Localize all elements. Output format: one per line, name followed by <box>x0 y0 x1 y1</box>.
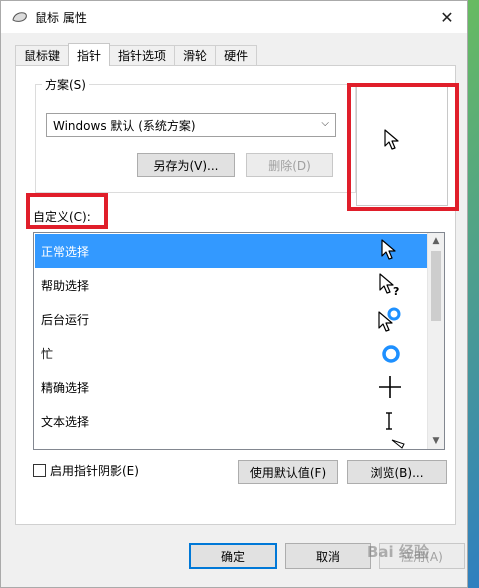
list-item[interactable]: 精确选择 <box>35 370 428 404</box>
scheme-group-label: 方案(S) <box>42 76 89 93</box>
cancel-button[interactable]: 取消 <box>285 543 371 569</box>
handwriting-cursor-icon <box>391 439 405 449</box>
list-item[interactable]: 忙 <box>35 336 428 370</box>
scheme-group: 方案(S) Windows 默认 (系统方案) ⌵ 另存为(V)... 删除(D… <box>35 76 356 193</box>
chevron-down-icon: ⌵ <box>321 118 329 129</box>
window-title: 鼠标 属性 <box>35 10 87 25</box>
mouse-properties-window: 鼠标 属性 ✕ 鼠标键 指针 指针选项 滑轮 硬件 方案(S) Windows … <box>0 0 468 588</box>
watermark: Bai 经验 <box>367 543 429 561</box>
tab-pointer-options[interactable]: 指针选项 <box>109 45 176 65</box>
list-item-label: 帮助选择 <box>41 278 90 293</box>
delete-button[interactable]: 删除(D) <box>246 153 333 177</box>
shadow-checkbox[interactable] <box>33 464 46 477</box>
list-item-label: 后台运行 <box>41 312 90 327</box>
precision-cursor-icon <box>379 376 401 398</box>
close-icon: ✕ <box>440 7 454 27</box>
highlight-box-custom-label <box>26 193 108 229</box>
list-item-label: 精确选择 <box>41 380 90 395</box>
list-item-label: 忙 <box>41 346 54 361</box>
list-item[interactable]: 文本选择 <box>35 404 428 438</box>
scroll-down-icon[interactable]: ▼ <box>428 433 444 449</box>
scheme-select[interactable]: Windows 默认 (系统方案) ⌵ <box>46 113 336 137</box>
arrow-cursor-icon <box>381 239 396 260</box>
ok-button[interactable]: 确定 <box>189 543 277 569</box>
list-item[interactable]: 帮助选择 ? <box>35 268 428 302</box>
tab-wheel[interactable]: 滑轮 <box>174 45 217 65</box>
close-button[interactable]: ✕ <box>427 1 467 33</box>
list-scrollbar[interactable]: ▲ ▼ <box>427 233 444 449</box>
list-item[interactable]: 正常选择 <box>35 234 428 268</box>
tab-pointers[interactable]: 指针 <box>68 43 111 66</box>
tab-strip: 鼠标键 指针 指针选项 滑轮 硬件 <box>15 43 258 66</box>
save-as-button[interactable]: 另存为(V)... <box>137 153 235 177</box>
tab-hardware[interactable]: 硬件 <box>215 45 258 65</box>
list-item-label: 文本选择 <box>41 414 90 429</box>
busy-cursor-icon <box>382 345 400 363</box>
text-cursor-icon <box>386 412 392 430</box>
browse-button[interactable]: 浏览(B)... <box>347 460 447 484</box>
svg-text:?: ? <box>393 285 399 298</box>
tab-buttons[interactable]: 鼠标键 <box>15 45 70 65</box>
scroll-thumb[interactable] <box>431 251 441 321</box>
scheme-select-value: Windows 默认 (系统方案) <box>53 118 196 133</box>
use-default-button[interactable]: 使用默认值(F) <box>238 460 338 484</box>
help-cursor-icon: ? <box>379 273 399 298</box>
working-in-background-cursor-icon <box>378 307 401 332</box>
shadow-option[interactable]: 启用指针阴影(E) <box>33 462 139 479</box>
mouse-icon <box>11 8 29 26</box>
title-bar[interactable]: 鼠标 属性 ✕ <box>1 1 467 33</box>
highlight-box-preview <box>347 83 459 211</box>
shadow-checkbox-label: 启用指针阴影(E) <box>50 464 139 478</box>
list-item[interactable]: 后台运行 <box>35 302 428 336</box>
scroll-up-icon[interactable]: ▲ <box>428 233 444 249</box>
list-item-label: 正常选择 <box>41 244 90 259</box>
cursor-list[interactable]: 正常选择 帮助选择 ? 后台运行 忙 精确选择 文本选择 ▲ ▼ <box>33 232 445 450</box>
